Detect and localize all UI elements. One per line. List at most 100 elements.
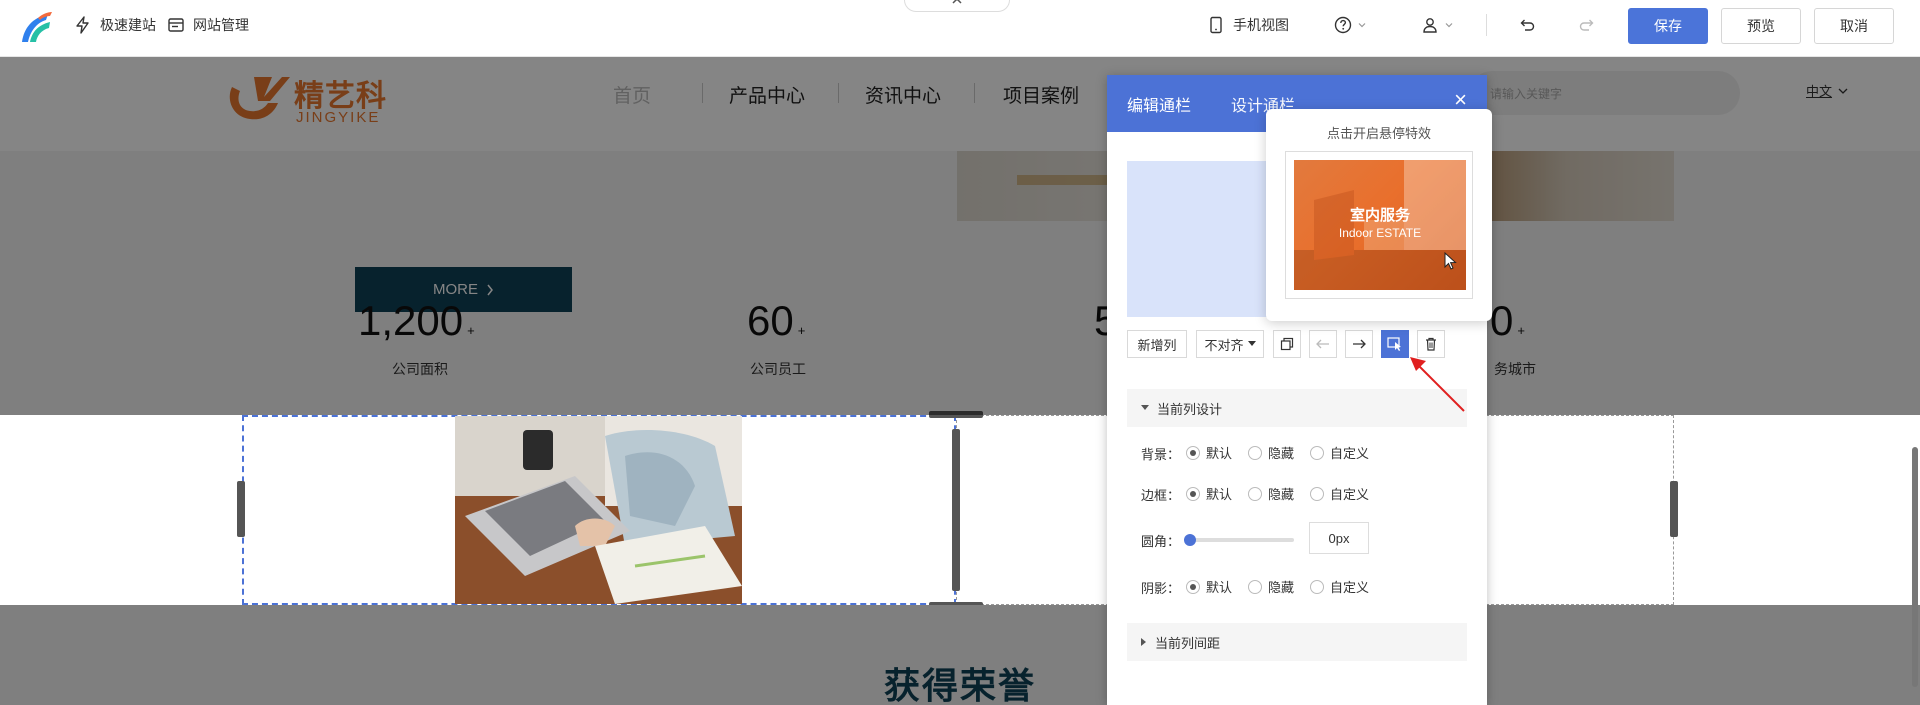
hover-effect-tooltip: 点击开启悬停特效 室内服务 Indoor ESTATE [1266, 109, 1492, 321]
chevron-down-icon [1838, 88, 1848, 94]
chevron-down-icon [1358, 23, 1366, 28]
arrow-right-icon [1353, 339, 1366, 349]
move-left-button[interactable] [1309, 330, 1337, 358]
preview-button[interactable]: 预览 [1721, 8, 1801, 44]
interior-photo-image [1294, 160, 1466, 290]
laptop-photo-image [455, 416, 742, 604]
window-icon [168, 18, 184, 32]
section-title: 当前列设计 [1157, 401, 1223, 417]
add-column-button[interactable]: 新增列 [1127, 330, 1187, 358]
mobile-view-button[interactable]: 手机视图 [1207, 0, 1289, 50]
stat-value: 0 + [1490, 297, 1525, 344]
nav-item-home[interactable]: 首页 [613, 81, 651, 108]
page-canvas: 精艺科 JINGYIKE 首页 产品中心 资讯中心 项目案例 请输入关键字 中文… [0, 57, 1920, 705]
chevron-right-icon [487, 284, 493, 295]
honor-title: 获得荣誉 [884, 665, 1037, 705]
tab-edit-banner[interactable]: 编辑通栏 [1127, 92, 1191, 116]
site-manage-button[interactable]: 网站管理 [167, 0, 249, 50]
hover-effect-preview-card[interactable]: 室内服务 Indoor ESTATE [1285, 151, 1473, 299]
copy-icon [1280, 337, 1294, 351]
chevron-down-icon [1445, 23, 1453, 28]
collapse-toolbar-tab[interactable] [904, 0, 1010, 12]
more-button-label: MORE [433, 281, 478, 298]
caret-down-icon [1247, 341, 1256, 346]
radius-value: 0px [1328, 530, 1350, 546]
undo-icon [1520, 19, 1535, 31]
stat-value: 60 + [747, 297, 806, 344]
honor-section: 获得荣誉 [0, 605, 1920, 705]
section-current-column-spacing[interactable]: 当前列间距 [1127, 623, 1467, 661]
border-hide-radio[interactable]: 隐藏 [1248, 484, 1294, 503]
page-scrollbar[interactable] [1912, 447, 1918, 687]
align-select[interactable]: 不对齐 [1196, 330, 1264, 358]
resize-handle-top[interactable] [929, 411, 983, 418]
border-label: 边框： [1141, 488, 1181, 503]
column-divider-handle[interactable] [952, 429, 960, 591]
language-switch[interactable]: 中文 [1806, 81, 1848, 100]
border-custom-radio[interactable]: 自定义 [1310, 484, 1369, 503]
save-button[interactable]: 保存 [1628, 8, 1708, 44]
nav-item-cases[interactable]: 项目案例 [1003, 81, 1079, 108]
copy-column-button[interactable] [1273, 330, 1301, 358]
trash-icon [1426, 337, 1436, 351]
redo-button[interactable] [1578, 0, 1596, 50]
shadow-label: 阴影： [1141, 581, 1181, 596]
shadow-hide-radio[interactable]: 隐藏 [1248, 577, 1294, 596]
nav-item-products[interactable]: 产品中心 [729, 81, 805, 108]
background-custom-radio[interactable]: 自定义 [1310, 443, 1369, 462]
annotation-arrow [1410, 357, 1465, 412]
radius-input[interactable]: 0px [1309, 522, 1369, 554]
site-manage-label: 网站管理 [193, 17, 249, 33]
quick-build-button[interactable]: 极速建站 [74, 0, 156, 50]
mobile-view-label: 手机视图 [1233, 17, 1289, 33]
help-menu[interactable] [1334, 0, 1366, 50]
stats-section: MORE 1,200 + 公司面积 60 + 公司员工 5 0 + 务城市 [0, 151, 1920, 415]
user-icon [1423, 18, 1437, 33]
site-logo[interactable]: 精艺科 JINGYIKE [224, 69, 424, 129]
caret-down-icon [1141, 405, 1149, 410]
shadow-default-radio[interactable]: 默认 [1186, 577, 1232, 596]
background-hide-radio[interactable]: 隐藏 [1248, 443, 1294, 462]
preview-card-title: 室内服务 [1349, 207, 1410, 224]
language-label: 中文 [1806, 84, 1833, 99]
cancel-button[interactable]: 取消 [1814, 8, 1894, 44]
brand-mark-icon [229, 77, 290, 120]
section-title: 当前列间距 [1155, 635, 1221, 651]
radius-label: 圆角： [1141, 534, 1181, 549]
lightning-icon [76, 16, 89, 34]
background-label: 背景： [1141, 447, 1181, 462]
site-header: 精艺科 JINGYIKE 首页 产品中心 资讯中心 项目案例 请输入关键字 中文 [0, 57, 1920, 151]
selected-banner-row[interactable] [0, 411, 1920, 609]
phone-icon [1210, 16, 1222, 34]
nav-separator [702, 83, 703, 103]
stat-label: 务城市 [1494, 361, 1536, 377]
redo-icon [1579, 19, 1594, 31]
site-search-input[interactable]: 请输入关键字 [1470, 71, 1740, 115]
resize-handle-left[interactable] [237, 481, 245, 537]
toolbar-divider [1486, 14, 1487, 36]
move-right-button[interactable] [1345, 330, 1373, 358]
user-menu[interactable] [1421, 0, 1453, 50]
radius-slider[interactable] [1184, 534, 1294, 546]
undo-button[interactable] [1518, 0, 1536, 50]
resize-handle-right[interactable] [1670, 481, 1678, 537]
radius-slider-knob[interactable] [1184, 534, 1196, 546]
laptop-photo[interactable] [455, 416, 742, 604]
app-logo[interactable] [18, 8, 54, 44]
preview-card-image: 室内服务 Indoor ESTATE [1294, 160, 1466, 290]
background-default-radio[interactable]: 默认 [1186, 443, 1232, 462]
shadow-custom-radio[interactable]: 自定义 [1310, 577, 1369, 596]
site-search-placeholder: 请输入关键字 [1490, 86, 1563, 101]
hover-cursor-icon [1387, 337, 1401, 351]
tooltip-title: 点击开启悬停特效 [1326, 126, 1431, 141]
nav-separator [974, 83, 975, 103]
preview-card-subtitle: Indoor ESTATE [1338, 226, 1422, 240]
border-default-radio[interactable]: 默认 [1186, 484, 1232, 503]
arrow-left-icon [1316, 339, 1329, 349]
caret-right-icon [1141, 638, 1146, 646]
nav-item-news[interactable]: 资讯中心 [865, 81, 941, 108]
quick-build-label: 极速建站 [100, 17, 156, 33]
mouse-cursor-icon [1444, 252, 1457, 270]
nav-separator [838, 83, 839, 103]
stat-value: 1,200 + [358, 297, 475, 344]
